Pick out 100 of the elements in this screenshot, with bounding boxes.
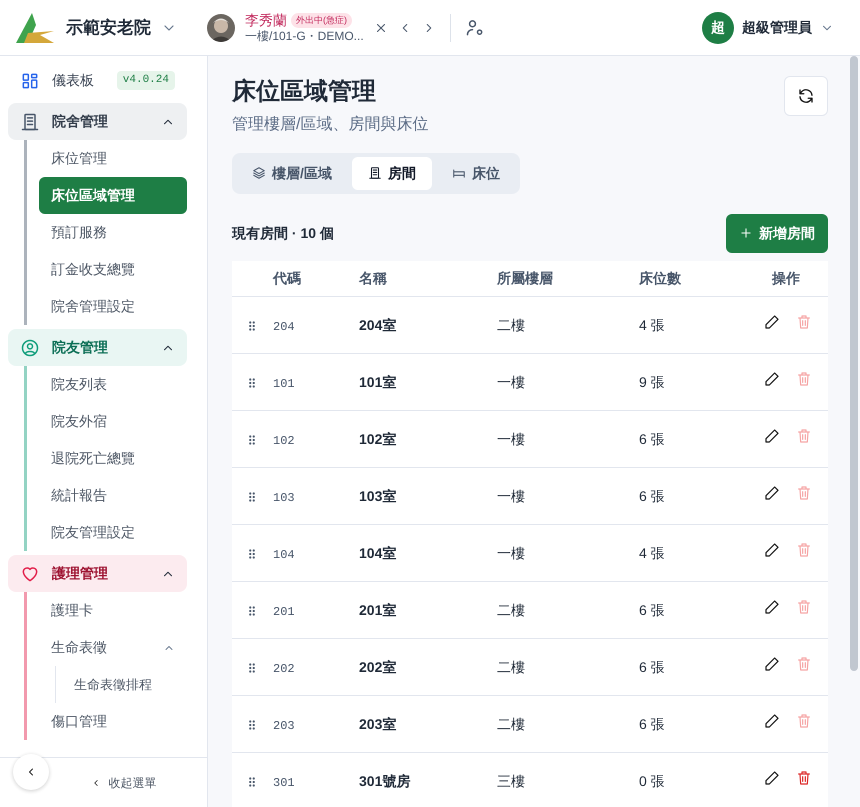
table-cell: 0 張	[639, 772, 665, 789]
table-cell: 101室	[359, 374, 396, 390]
table-cell: 6 張	[639, 658, 665, 675]
table-cell: 201	[273, 604, 295, 619]
table-cell: 203	[273, 718, 295, 733]
edit-button[interactable]	[764, 656, 780, 672]
table-cell: 二樓	[497, 658, 525, 675]
pencil-icon	[764, 656, 780, 672]
collapse-menu-link[interactable]: 收起選單	[90, 774, 156, 792]
user-settings-button[interactable]	[464, 18, 485, 38]
trash-icon	[796, 542, 812, 558]
sidebar-group-header[interactable]: 院友管理	[8, 329, 187, 366]
edit-button[interactable]	[764, 314, 780, 330]
table-cell: 204室	[359, 316, 396, 333]
edit-button[interactable]	[764, 428, 780, 444]
sidebar-item[interactable]: 生命表徵排程	[58, 666, 187, 703]
delete-button[interactable]	[796, 770, 812, 786]
user-name[interactable]: 超級管理員	[742, 17, 812, 38]
table-cell: 二樓	[497, 602, 525, 618]
column-header: 操作	[714, 260, 828, 297]
sidebar-item[interactable]: 退院死亡總覽	[39, 440, 187, 477]
table-cell: 301號房	[359, 772, 410, 789]
tab[interactable]: 樓層/區域	[236, 156, 348, 190]
table-cell: 一樓	[497, 544, 525, 561]
table-cell: 104室	[359, 544, 396, 561]
table-cell: 301	[273, 776, 295, 790]
sidebar-item[interactable]: 預訂服務	[39, 214, 187, 251]
trash-icon	[796, 314, 812, 330]
table-cell: 6 張	[639, 602, 665, 618]
page-subtitle: 管理樓層/區域、房間與床位	[232, 114, 428, 135]
trash-icon	[796, 485, 812, 502]
pencil-icon	[764, 371, 780, 388]
page-title: 床位區域管理	[232, 78, 377, 107]
sidebar-item[interactable]: 床位管理	[39, 140, 187, 177]
pencil-icon	[764, 542, 780, 558]
sidebar-item[interactable]: 訂金收支總覽	[39, 251, 187, 288]
table-cell: 二樓	[497, 316, 525, 333]
trash-icon	[796, 656, 812, 672]
pencil-icon	[764, 599, 780, 616]
sidebar-group-header[interactable]: 院舍管理	[8, 103, 187, 140]
sidebar-item[interactable]: 院友管理設定	[39, 514, 187, 551]
edit-button[interactable]	[764, 371, 780, 388]
user-gear-icon	[464, 18, 485, 38]
table-cell: 103	[273, 490, 295, 505]
room-count: 現有房間 · 10 個	[232, 224, 334, 243]
table-cell: 101	[273, 376, 295, 391]
table-cell: 104	[273, 548, 295, 562]
table-cell: 102	[273, 434, 295, 448]
resident-name: 李秀蘭	[245, 12, 287, 29]
pencil-icon	[764, 713, 780, 730]
table-cell: 二樓	[497, 716, 525, 732]
table-cell: 102室	[359, 430, 396, 447]
sidebar-item[interactable]: 床位區域管理	[39, 177, 187, 214]
sidebar-item[interactable]: 統計報告	[39, 477, 187, 514]
table-cell: 4 張	[639, 544, 665, 561]
sidebar-item[interactable]: 院舍管理設定	[39, 288, 187, 325]
table-cell: 三樓	[497, 772, 525, 789]
edit-button[interactable]	[764, 599, 780, 616]
table-cell: 6 張	[639, 488, 665, 504]
table-cell: 9 張	[639, 374, 665, 390]
scrollbar[interactable]	[850, 56, 858, 671]
plus-icon	[739, 226, 753, 240]
trash-icon	[796, 713, 812, 730]
trash-icon	[796, 428, 812, 444]
edit-button[interactable]	[764, 542, 780, 558]
table-cell: 201室	[359, 602, 396, 618]
table-cell: 202室	[359, 658, 396, 675]
trash-icon	[796, 770, 812, 786]
resident-location: 一樓/101-G・DEMO...	[245, 28, 364, 44]
table-cell: 103室	[359, 488, 396, 504]
user-avatar[interactable]: 超	[702, 12, 734, 44]
add-room-button[interactable]: 新增房間	[726, 214, 828, 253]
sidebar-item[interactable]: 生命表徵	[39, 629, 187, 666]
trash-icon	[796, 599, 812, 616]
table-cell: 6 張	[639, 430, 665, 447]
sidebar-item[interactable]: 傷口管理	[39, 703, 187, 740]
column-header: 床位數	[638, 260, 715, 297]
tab[interactable]: 床位	[436, 156, 516, 190]
table-cell: 4 張	[639, 316, 665, 333]
sidebar-item[interactable]: 院友外宿	[39, 403, 187, 440]
tab[interactable]: 房間	[352, 156, 432, 190]
edit-button[interactable]	[764, 713, 780, 730]
pencil-icon	[764, 485, 780, 502]
version-badge: v4.0.24	[116, 71, 175, 90]
pencil-icon	[764, 314, 780, 330]
logo	[14, 10, 56, 44]
table-cell: 202	[273, 662, 295, 676]
sidebar-item[interactable]: 儀表板 v4.0.24	[8, 62, 187, 99]
sidebar-group-header[interactable]: 護理管理	[8, 555, 187, 592]
edit-button[interactable]	[764, 485, 780, 502]
table-cell: 一樓	[497, 430, 525, 447]
column-header: 名稱	[358, 260, 496, 297]
org-name[interactable]: 示範安老院	[66, 14, 151, 40]
column-header: 所屬樓層	[496, 260, 638, 297]
sidebar-item[interactable]: 護理卡	[39, 592, 187, 629]
table-cell: 203室	[359, 716, 396, 732]
refresh-button[interactable]	[784, 76, 828, 116]
sidebar-item[interactable]: 院友列表	[39, 366, 187, 403]
edit-button[interactable]	[764, 770, 780, 786]
layers-icon	[252, 166, 266, 180]
